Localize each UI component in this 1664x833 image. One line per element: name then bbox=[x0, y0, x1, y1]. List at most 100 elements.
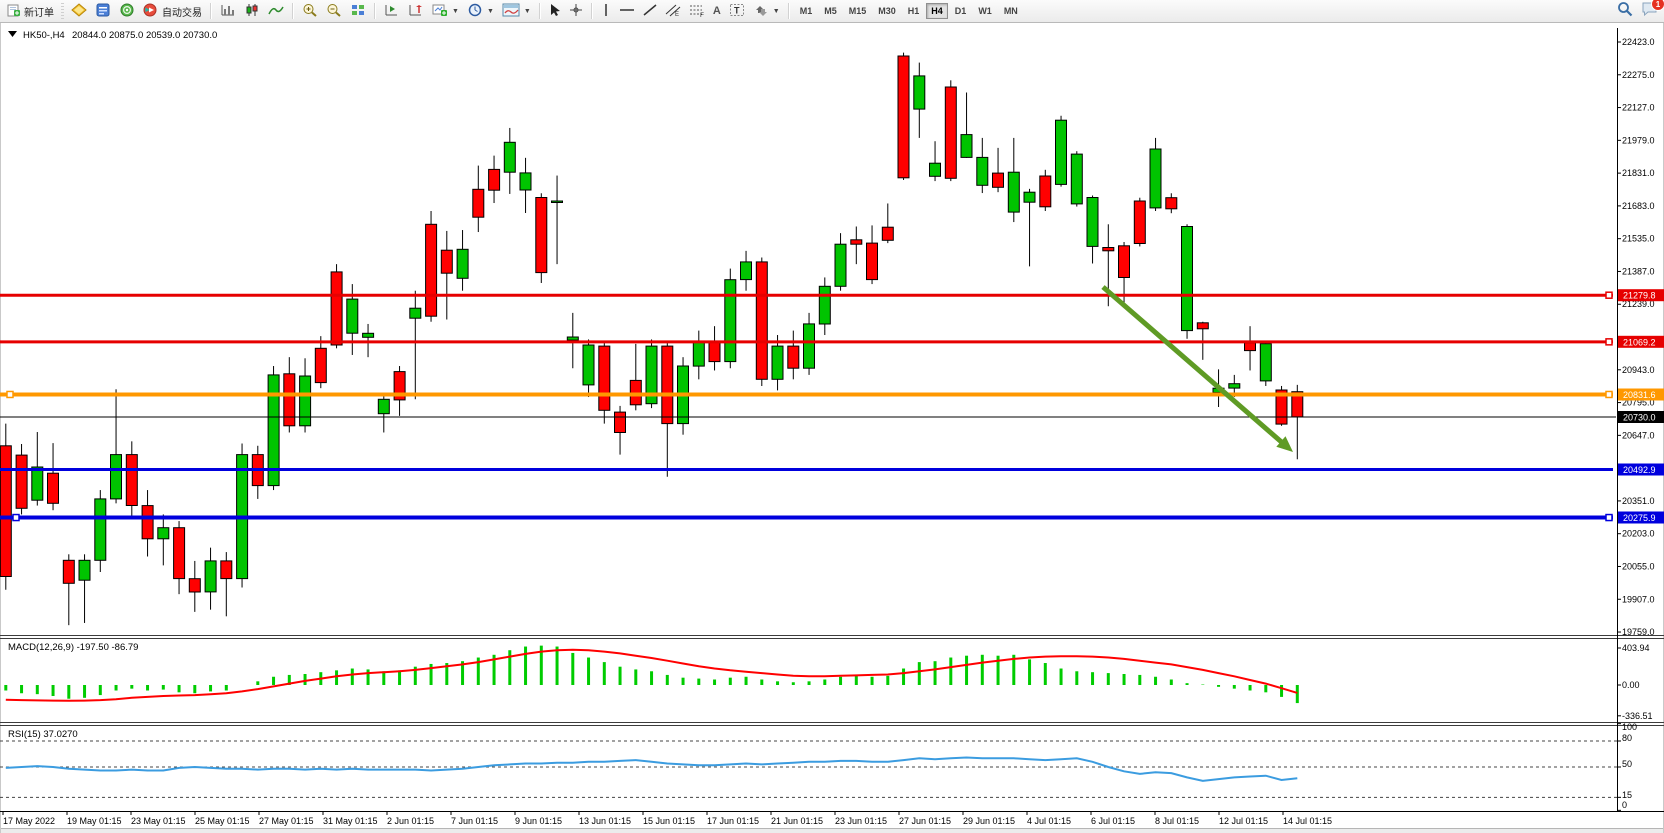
periods-button[interactable]: ▼ bbox=[463, 1, 498, 22]
chart-ohlc-values: 20844.0 20875.0 20539.0 20730.0 bbox=[72, 30, 217, 41]
rsi-tick-label: 100 bbox=[1622, 722, 1637, 732]
auto-scroll-button[interactable] bbox=[380, 1, 404, 22]
candle bbox=[741, 262, 752, 280]
candle bbox=[284, 374, 295, 426]
candle bbox=[1245, 343, 1256, 351]
candle bbox=[142, 506, 153, 539]
candle bbox=[945, 87, 956, 178]
candle bbox=[914, 76, 925, 109]
new-chart-button[interactable]: ▼ bbox=[428, 1, 463, 22]
dropdown-arrow-icon: ▼ bbox=[524, 8, 531, 15]
cursor-icon bbox=[549, 3, 561, 20]
horizontal-line-tool-button[interactable] bbox=[615, 1, 639, 22]
date-label: 2 Jun 01:15 bbox=[387, 816, 434, 826]
candle bbox=[48, 473, 59, 503]
timeframe-d1-button[interactable]: D1 bbox=[950, 3, 972, 19]
cursor-tool-button[interactable] bbox=[545, 1, 565, 22]
candle bbox=[1056, 120, 1067, 184]
vertical-line-tool-button[interactable] bbox=[597, 1, 615, 22]
toolbar-grip bbox=[61, 3, 64, 19]
candle bbox=[126, 455, 137, 506]
candle bbox=[489, 169, 500, 190]
date-label: 15 Jun 01:15 bbox=[643, 816, 695, 826]
navigator-icon bbox=[119, 3, 135, 20]
trendline-tool-button[interactable] bbox=[639, 1, 661, 22]
level-handle[interactable] bbox=[13, 515, 19, 521]
candle bbox=[662, 346, 673, 424]
timeframe-mn-button[interactable]: MN bbox=[999, 3, 1023, 19]
label-tool-button[interactable]: T bbox=[725, 1, 749, 22]
dropdown-arrow-icon: ▼ bbox=[487, 8, 494, 15]
level-handle[interactable] bbox=[7, 391, 13, 397]
level-handle[interactable] bbox=[1606, 339, 1612, 345]
search-icon[interactable] bbox=[1617, 1, 1633, 22]
date-label: 6 Jul 01:15 bbox=[1091, 816, 1135, 826]
rsi-tick-label: 0 bbox=[1622, 800, 1627, 810]
candle bbox=[347, 299, 358, 333]
timeframe-m1-button[interactable]: M1 bbox=[795, 3, 818, 19]
svg-text:E: E bbox=[675, 12, 679, 17]
channel-tool-button[interactable]: E bbox=[661, 1, 685, 22]
level-handle[interactable] bbox=[1606, 391, 1612, 397]
date-label: 23 Jun 01:15 bbox=[835, 816, 887, 826]
date-label: 13 Jun 01:15 bbox=[579, 816, 631, 826]
auto-scroll-icon bbox=[384, 3, 400, 20]
candle bbox=[693, 342, 704, 366]
toolbar: 新订单 自动交易 bbox=[0, 0, 1664, 23]
bar-chart-mode-button[interactable] bbox=[216, 1, 240, 22]
chart-shift-button[interactable] bbox=[404, 1, 428, 22]
candle bbox=[174, 528, 185, 579]
candle bbox=[441, 250, 452, 273]
zoom-in-button[interactable] bbox=[298, 1, 322, 22]
rsi-tick-label: 15 bbox=[1622, 790, 1632, 800]
candle bbox=[410, 308, 421, 318]
chart-shift-icon bbox=[408, 3, 424, 20]
rsi-label: RSI(15) 37.0270 bbox=[8, 729, 78, 740]
candle bbox=[1260, 344, 1271, 381]
candle bbox=[1119, 246, 1130, 278]
timeframe-m15-button[interactable]: M15 bbox=[844, 3, 872, 19]
new-order-button[interactable]: 新订单 bbox=[3, 1, 58, 22]
new-chart-icon bbox=[432, 3, 448, 20]
candle bbox=[189, 579, 200, 592]
text-icon: A bbox=[713, 5, 721, 17]
navigator-button[interactable] bbox=[115, 1, 139, 22]
auto-trading-button[interactable]: 自动交易 bbox=[139, 1, 206, 22]
crosshair-tool-button[interactable] bbox=[565, 1, 587, 22]
candlestick-mode-button[interactable] bbox=[240, 1, 264, 22]
date-label: 25 May 01:15 bbox=[195, 816, 250, 826]
chart-canvas[interactable]: 22423.022275.022127.021979.021831.021683… bbox=[0, 0, 1664, 833]
bar-chart-icon bbox=[220, 3, 236, 20]
candle bbox=[1103, 248, 1114, 251]
candle bbox=[819, 286, 830, 324]
notifications-button[interactable]: 1 bbox=[1641, 1, 1658, 22]
candle bbox=[378, 399, 389, 413]
auto-trading-label: 自动交易 bbox=[162, 4, 202, 19]
candle bbox=[1150, 149, 1161, 208]
line-chart-mode-button[interactable] bbox=[264, 1, 288, 22]
timeframe-m5-button[interactable]: M5 bbox=[819, 3, 842, 19]
timeframe-w1-button[interactable]: W1 bbox=[973, 3, 997, 19]
level-handle[interactable] bbox=[1606, 292, 1612, 298]
timeframe-h4-button[interactable]: H4 bbox=[926, 3, 948, 19]
data-window-button[interactable] bbox=[91, 1, 115, 22]
zoom-out-button[interactable] bbox=[322, 1, 346, 22]
timeframe-h1-button[interactable]: H1 bbox=[903, 3, 925, 19]
candle bbox=[16, 455, 27, 508]
text-tool-button[interactable]: A bbox=[709, 1, 725, 22]
market-watch-button[interactable] bbox=[67, 1, 91, 22]
arrows-tool-button[interactable]: ▼ bbox=[749, 1, 784, 22]
templates-button[interactable]: ▼ bbox=[498, 1, 535, 22]
timeframe-m30-button[interactable]: M30 bbox=[873, 3, 901, 19]
tile-windows-button[interactable] bbox=[346, 1, 370, 22]
candle bbox=[756, 262, 767, 379]
fibonacci-tool-button[interactable]: F bbox=[685, 1, 709, 22]
candle bbox=[1024, 192, 1035, 202]
price-tick-label: 21979.0 bbox=[1622, 135, 1655, 145]
candle bbox=[32, 467, 43, 500]
candle bbox=[0, 446, 11, 577]
candle bbox=[835, 244, 846, 286]
candle bbox=[205, 561, 216, 592]
price-level-badge-text: 20492.9 bbox=[1623, 465, 1656, 475]
level-handle[interactable] bbox=[1606, 515, 1612, 521]
